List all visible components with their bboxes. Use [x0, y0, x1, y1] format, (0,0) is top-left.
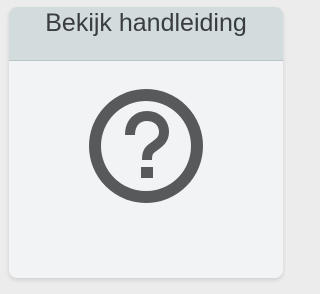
card-title: Bekijk handleiding: [45, 9, 247, 37]
card-header: Bekijk handleiding: [9, 7, 283, 61]
view-manual-card[interactable]: Bekijk handleiding: [9, 7, 283, 278]
card-body: [9, 61, 283, 278]
help-circle-icon: [88, 88, 204, 204]
